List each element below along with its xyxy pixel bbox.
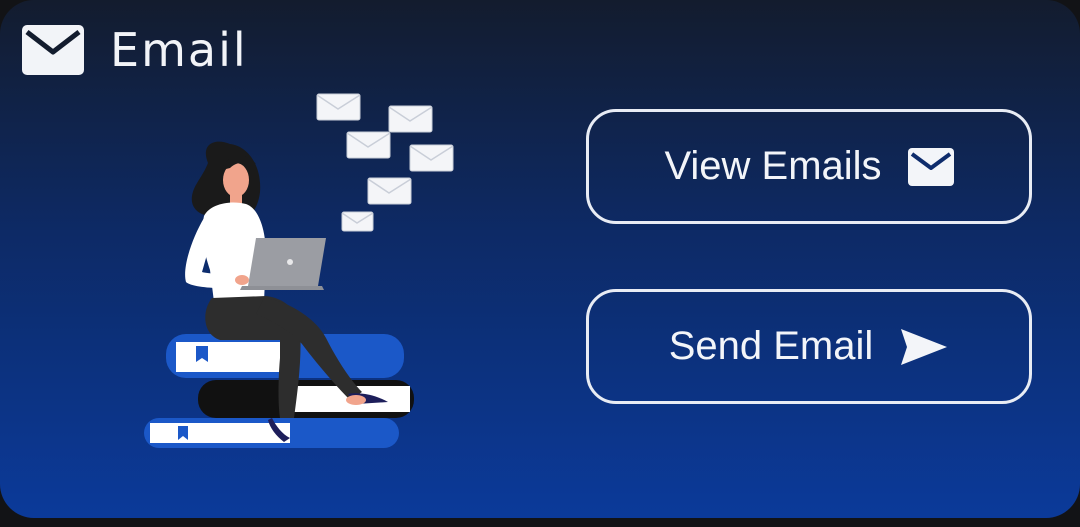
send-arrow-icon [901,328,948,365]
woman-reading-emails-illustration [144,93,454,448]
send-email-button[interactable]: Send Email [586,289,1032,404]
mail-icon [22,25,84,75]
view-emails-label: View Emails [664,144,882,188]
mail-icon [907,147,954,186]
send-email-label: Send Email [668,324,874,368]
card-title: Email [110,23,248,77]
card-header: Email [22,22,248,78]
email-card: Email View Emails Send Email [0,0,1080,518]
floating-envelopes [316,93,454,232]
view-emails-button[interactable]: View Emails [586,109,1032,224]
